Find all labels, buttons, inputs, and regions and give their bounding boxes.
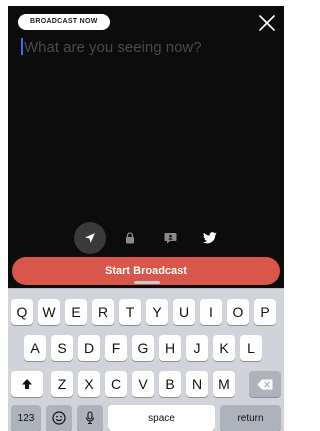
key-c[interactable]: C [105,371,127,397]
return-key[interactable]: return [220,405,281,431]
broadcast-title-input[interactable] [20,36,274,58]
key-z[interactable]: Z [51,371,73,397]
key-f[interactable]: F [105,335,127,361]
key-v[interactable]: V [132,371,154,397]
key-e[interactable]: E [65,299,87,325]
chat-button[interactable] [150,220,190,256]
key-h[interactable]: H [159,335,181,361]
location-button[interactable] [70,220,110,256]
key-x[interactable]: X [78,371,100,397]
key-t[interactable]: T [119,299,141,325]
text-cursor [21,38,23,55]
lock-icon [126,232,134,244]
key-s[interactable]: S [51,335,73,361]
twitter-icon [203,232,217,244]
shift-key[interactable] [11,371,43,397]
space-key[interactable]: space [108,405,215,431]
emoji-key[interactable] [46,405,72,431]
chat-icon [164,233,176,244]
key-q[interactable]: Q [11,299,33,325]
emoji-icon [52,411,66,425]
key-k[interactable]: K [213,335,235,361]
location-button-bg [74,222,106,254]
camera-preview: BROADCAST NOW What are you seeing now? S… [8,6,284,288]
key-b[interactable]: B [159,371,181,397]
dictation-key[interactable] [77,405,103,431]
ios-keyboard: Q W E R T Y U I O P A S D F G H J K L Z … [8,281,284,431]
twitter-button[interactable] [190,220,230,256]
key-i[interactable]: I [200,299,222,325]
key-g[interactable]: G [132,335,154,361]
close-icon [259,15,275,31]
shift-icon [22,379,32,389]
key-p[interactable]: P [254,299,276,325]
key-a[interactable]: A [24,335,46,361]
key-w[interactable]: W [38,299,60,325]
broadcast-screen: BROADCAST NOW What are you seeing now? S… [0,0,288,431]
keyboard-handle [134,281,160,284]
broadcast-now-badge: BROADCAST NOW [18,14,110,30]
close-button[interactable] [256,12,278,34]
backspace-icon [257,379,273,389]
key-y[interactable]: Y [146,299,168,325]
location-arrow-icon [85,233,95,243]
delete-key[interactable] [249,371,281,397]
key-o[interactable]: O [227,299,249,325]
key-m[interactable]: M [213,371,235,397]
key-r[interactable]: R [92,299,114,325]
microphone-icon [85,411,95,425]
key-l[interactable]: L [240,335,262,361]
key-j[interactable]: J [186,335,208,361]
numbers-key[interactable]: 123 [11,405,41,431]
private-button[interactable] [110,220,150,256]
share-options [70,220,230,256]
key-n[interactable]: N [186,371,208,397]
key-d[interactable]: D [78,335,100,361]
key-u[interactable]: U [173,299,195,325]
